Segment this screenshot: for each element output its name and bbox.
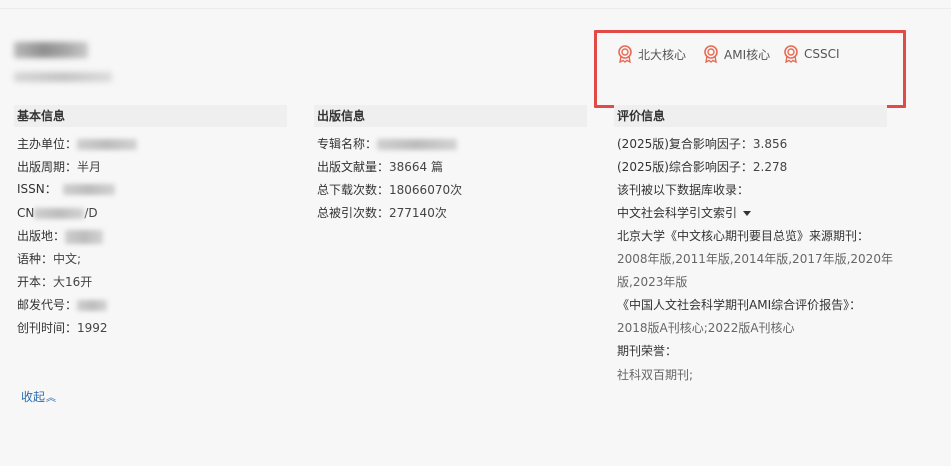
language-value: 中文;: [53, 252, 82, 266]
badge-label: CSSCI: [804, 47, 840, 61]
cn-suffix: /D: [84, 206, 98, 220]
overall-if-label: (2025版)综合影响因子：: [617, 160, 753, 174]
collapse-link[interactable]: 收起︽: [21, 388, 56, 405]
badge-cssci[interactable]: CSSCI: [783, 45, 840, 63]
cn-value-redacted: [34, 208, 85, 219]
period-value: 半月: [77, 160, 102, 174]
badge-ami-core[interactable]: AMI核心: [703, 45, 770, 63]
postcode-value-redacted: [77, 300, 108, 311]
language-label: 语种：: [17, 252, 54, 266]
composite-if-label: (2025版)复合影响因子：: [617, 137, 753, 151]
founded-row: 创刊时间：1992: [17, 320, 108, 336]
format-row: 开本：大16开: [17, 274, 92, 290]
top-divider: [0, 8, 951, 9]
postcode-row: 邮发代号：: [17, 297, 108, 313]
album-label: 专辑名称：: [317, 137, 378, 151]
period-label: 出版周期：: [17, 160, 78, 174]
place-value-redacted: [65, 229, 104, 244]
core-badges-highlight: 北大核心 AMI核心 CSSCI: [594, 30, 906, 108]
database-dropdown[interactable]: 中文社会科学引文索引: [617, 205, 752, 221]
badge-label: AMI核心: [724, 47, 771, 62]
downloads-row: 总下载次数：18066070次: [317, 182, 462, 198]
founded-value: 1992: [77, 321, 108, 335]
citations-value: 277140次: [389, 206, 447, 220]
citations-row: 总被引次数：277140次: [317, 205, 447, 221]
ami-value: 2018版A刊核心;2022版A刊核心: [617, 321, 795, 335]
double-chevron-up-icon: ︽: [46, 393, 57, 404]
overall-if-value: 2.278: [752, 160, 788, 174]
section-heading-publication: 出版信息: [314, 105, 587, 127]
honors-value: 社科双百期刊;: [617, 368, 694, 382]
format-label: 开本：: [17, 275, 54, 289]
album-value-redacted: [377, 139, 458, 150]
sponsor-label: 主办单位：: [17, 137, 78, 151]
place-row: 出版地：: [17, 228, 104, 244]
composite-if-row: (2025版)复合影响因子：3.856: [617, 136, 787, 152]
founded-label: 创刊时间：: [17, 321, 78, 335]
badge-pku-core[interactable]: 北大核心: [617, 45, 686, 63]
sponsor-row: 主办单位：: [17, 136, 138, 152]
award-ribbon-icon: [617, 45, 633, 63]
period-row: 出版周期：半月: [17, 159, 101, 175]
section-heading-basic: 基本信息: [14, 105, 287, 127]
place-label: 出版地：: [17, 229, 66, 243]
badge-label: 北大核心: [638, 47, 687, 62]
journal-title-redacted: [14, 42, 88, 58]
honors-label: 期刊荣誉：: [617, 344, 678, 358]
downloads-label: 总下载次数：: [317, 183, 390, 197]
volume-label: 出版文献量：: [317, 160, 390, 174]
caret-down-icon: [743, 211, 752, 216]
pku-years-line1: 2008年版,2011年版,2014年版,2017年版,2020年: [617, 252, 893, 266]
postcode-label: 邮发代号：: [17, 298, 78, 312]
indexed-label: 该刊被以下数据库收录：: [617, 183, 750, 197]
volume-value: 38664 篇: [389, 160, 444, 174]
award-ribbon-icon: [783, 45, 799, 63]
issn-label: ISSN：: [17, 182, 57, 196]
award-ribbon-icon: [703, 45, 719, 63]
issn-value-redacted: [62, 184, 115, 195]
language-row: 语种：中文;: [17, 251, 81, 267]
volume-row: 出版文献量：38664 篇: [317, 159, 443, 175]
citations-label: 总被引次数：: [317, 206, 390, 220]
album-row: 专辑名称：: [317, 136, 458, 152]
pku-label: 北京大学《中文核心期刊要目总览》来源期刊：: [617, 229, 870, 243]
database-dropdown-label: 中文社会科学引文索引: [617, 206, 738, 220]
format-value: 大16开: [53, 275, 93, 289]
pku-years-line2: 版,2023年版: [617, 275, 688, 289]
downloads-value: 18066070次: [389, 183, 463, 197]
composite-if-value: 3.856: [752, 137, 788, 151]
cn-row: CN/D: [17, 205, 98, 221]
ami-label: 《中国人文社会科学期刊AMI综合评价报告》：: [617, 298, 862, 312]
journal-subtitle-redacted: [14, 72, 112, 82]
overall-if-row: (2025版)综合影响因子：2.278: [617, 159, 787, 175]
issn-row: ISSN：: [17, 181, 115, 197]
cn-label: CN: [17, 206, 35, 220]
section-heading-evaluation: 评价信息: [614, 105, 887, 127]
collapse-label: 收起: [21, 390, 46, 404]
sponsor-value-redacted: [77, 139, 138, 150]
